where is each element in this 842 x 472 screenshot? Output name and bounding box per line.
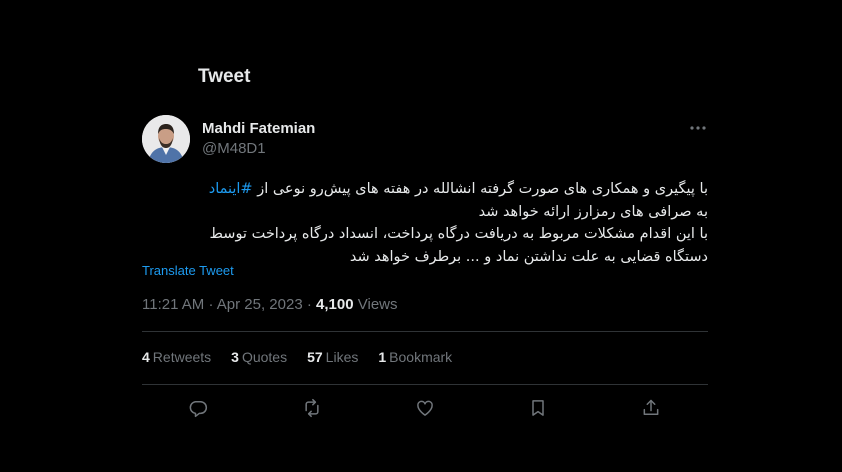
bookmark-icon <box>532 400 544 416</box>
bookmark-button[interactable] <box>526 396 550 420</box>
bookmarks-stat[interactable]: 1 Bookmark <box>378 349 452 365</box>
share-icon <box>643 399 659 415</box>
action-bar <box>142 396 708 420</box>
reply-button[interactable] <box>186 396 210 420</box>
likes-label: Likes <box>325 349 359 365</box>
author-block: Mahdi Fatemian @M48D1 <box>202 120 315 159</box>
views-label: Views <box>357 296 398 313</box>
tweet-line: با پیگیری و همکاری های صورت گرفته انشالل… <box>142 178 708 201</box>
author-name[interactable]: Mahdi Fatemian <box>202 120 315 138</box>
retweets-count: 4 <box>142 349 150 365</box>
translate-link[interactable]: Translate Tweet <box>142 263 234 278</box>
retweets-label: Retweets <box>152 349 212 365</box>
tweet-time[interactable]: 11:21 AM <box>142 296 204 313</box>
page-title: Tweet <box>198 66 251 87</box>
retweet-icon <box>305 398 319 418</box>
author-handle[interactable]: @M48D1 <box>202 139 315 159</box>
tweet-text: با پیگیری و همکاری های صورت گرفته انشالل… <box>142 178 708 268</box>
meta-separator: · <box>306 296 312 313</box>
bookmarks-count: 1 <box>378 349 387 365</box>
quotes-count: 3 <box>231 349 239 365</box>
likes-count: 57 <box>307 349 323 365</box>
more-button[interactable] <box>684 116 712 140</box>
tweet-line: به صرافی های رمزارز ارائه خواهد شد <box>478 203 708 220</box>
tweet-meta: 11:21 AM · Apr 25, 2023 · 4,100 Views <box>142 296 398 313</box>
divider <box>142 384 708 385</box>
heart-icon <box>417 400 433 416</box>
retweet-button[interactable] <box>300 396 324 420</box>
share-button[interactable] <box>639 396 663 420</box>
likes-stat[interactable]: 57 Likes <box>307 349 358 365</box>
tweet-date[interactable]: Apr 25, 2023 <box>217 296 303 313</box>
tweet-line-text: با پیگیری و همکاری های صورت گرفته انشالل… <box>257 181 708 197</box>
avatar[interactable] <box>142 115 190 163</box>
views-count: 4,100 <box>316 296 354 313</box>
like-button[interactable] <box>413 396 437 420</box>
meta-separator: · <box>208 296 214 313</box>
tweet-line: با این اقدام مشکلات مربوط به دریافت درگا… <box>209 226 708 242</box>
hashtag-link[interactable]: #اینماد <box>209 181 253 197</box>
more-dots-icon <box>690 126 706 130</box>
quotes-label: Quotes <box>241 349 288 365</box>
profile-photo <box>142 115 190 163</box>
reply-icon <box>189 401 208 418</box>
retweets-stat[interactable]: 4 Retweets <box>142 349 211 365</box>
divider <box>142 331 708 332</box>
bookmarks-label: Bookmark <box>389 349 453 365</box>
stats-row: 4 Retweets 3 Quotes 57 Likes 1 Bookmark <box>142 349 472 365</box>
quotes-stat[interactable]: 3 Quotes <box>231 349 287 365</box>
